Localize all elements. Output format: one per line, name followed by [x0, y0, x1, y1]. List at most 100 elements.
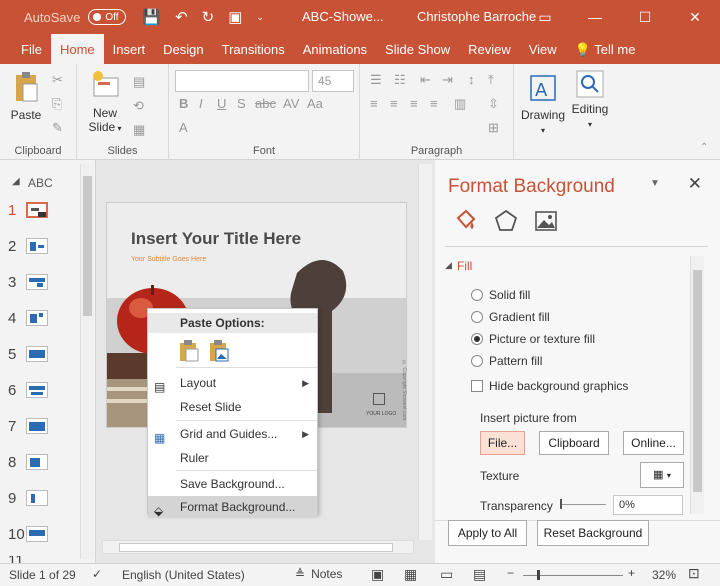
thumbnail-scrollbar[interactable] [80, 164, 94, 559]
smartart-icon[interactable]: ⊞ [488, 120, 499, 136]
bold-icon[interactable]: B [179, 96, 188, 111]
tab-slide-show[interactable]: Slide Show [376, 34, 459, 64]
zoom-slider[interactable] [523, 570, 623, 580]
decrease-indent-icon[interactable]: ⇤ [420, 72, 431, 88]
section-collapse-icon[interactable]: ◢ [12, 176, 20, 187]
menu-format-background[interactable]: ⬙ Format Background... [148, 496, 317, 518]
columns-icon[interactable]: ▥ [454, 96, 466, 112]
hscroll-thumb[interactable] [119, 543, 393, 552]
slide-hscrollbar[interactable] [102, 540, 414, 554]
effects-tab-icon[interactable] [493, 208, 519, 234]
pattern-fill-radio[interactable]: Pattern fill [471, 354, 542, 368]
zoom-out-icon[interactable]: − [507, 566, 514, 580]
thumb-slide-9[interactable]: 9 [8, 486, 64, 510]
save-icon[interactable]: 💾 [142, 8, 161, 26]
tab-animations[interactable]: Animations [294, 34, 376, 64]
texture-dropdown[interactable]: ▦ ▾ [640, 462, 684, 488]
align-text-icon[interactable]: ⇳ [488, 96, 499, 112]
notes-button[interactable]: ≜ Notes [295, 567, 342, 581]
pane-scroll-thumb[interactable] [693, 270, 702, 492]
line-spacing-icon[interactable]: ↕ [468, 72, 475, 87]
font-color-icon[interactable]: A [179, 120, 188, 135]
thumb-slide-3[interactable]: 3 [8, 270, 64, 294]
thumb-slide-6[interactable]: 6 [8, 378, 64, 402]
autosave-toggle[interactable]: Off [88, 9, 127, 25]
align-right-icon[interactable]: ≡ [410, 96, 418, 111]
slideshow-view-icon[interactable]: ▤ [473, 566, 486, 583]
ribbon-display-icon[interactable]: ▭ [520, 0, 570, 34]
paste-button[interactable]: Paste [6, 70, 46, 122]
file-button[interactable]: File... [480, 431, 525, 455]
fill-section-header[interactable]: Fill [457, 259, 472, 273]
align-left-icon[interactable]: ≡ [370, 96, 378, 111]
customize-qat-icon[interactable]: ⌄ [256, 8, 264, 26]
thumb-slide-8[interactable]: 8 [8, 450, 64, 474]
maximize-icon[interactable]: ☐ [620, 0, 670, 34]
fit-to-window-icon[interactable]: ⊡ [688, 565, 700, 582]
align-center-icon[interactable]: ≡ [390, 96, 398, 111]
change-case-icon[interactable]: Aa [307, 96, 323, 111]
bullets-icon[interactable]: ☰ [370, 72, 382, 88]
zoom-in-icon[interactable]: + [628, 566, 635, 580]
text-direction-icon[interactable]: ⤒ [488, 72, 494, 88]
thumb-slide-1[interactable]: 1 [8, 198, 64, 222]
tab-view[interactable]: View [520, 34, 566, 64]
numbering-icon[interactable]: ☷ [394, 72, 406, 88]
apply-to-all-button[interactable]: Apply to All [448, 520, 527, 546]
reset-background-button[interactable]: Reset Background [537, 520, 649, 546]
spelling-icon[interactable]: ✓ [92, 567, 102, 581]
underline-icon[interactable]: U [217, 96, 226, 111]
font-name-combo[interactable] [175, 70, 309, 92]
font-size-combo[interactable]: 45 [312, 70, 354, 92]
reset-icon[interactable]: ⟲ [133, 98, 144, 114]
language-indicator[interactable]: English (United States) [122, 568, 245, 582]
clipboard-button[interactable]: Clipboard [539, 431, 609, 455]
transparency-slider[interactable] [560, 499, 606, 509]
undo-icon[interactable]: ↶ [175, 8, 188, 26]
menu-reset-slide[interactable]: Reset Slide [148, 395, 317, 419]
paste-use-destination-icon[interactable] [178, 339, 200, 363]
menu-ruler[interactable]: Ruler [148, 446, 317, 470]
picture-tab-icon[interactable] [533, 208, 559, 234]
italic-icon[interactable]: I [199, 96, 203, 111]
menu-save-background[interactable]: Save Background... [148, 472, 317, 496]
menu-grid-and-guides[interactable]: ▦ Grid and Guides... ▶ [148, 422, 317, 446]
thumb-slide-7[interactable]: 7 [8, 414, 64, 438]
slide-subtitle[interactable]: Your Subtitle Goes Here [131, 256, 206, 263]
tab-transitions[interactable]: Transitions [213, 34, 294, 64]
online-button[interactable]: Online... [623, 431, 684, 455]
pane-options-icon[interactable]: ▼ [650, 178, 660, 189]
editing-button[interactable]: Editing ▾ [568, 70, 612, 132]
menu-layout[interactable]: ▤ Layout ▶ [148, 371, 317, 395]
slide-scrollbar[interactable] [418, 164, 432, 540]
shadow-icon[interactable]: S [237, 96, 246, 111]
tab-review[interactable]: Review [459, 34, 520, 64]
increase-indent-icon[interactable]: ⇥ [442, 72, 453, 88]
paste-picture-icon[interactable] [208, 339, 230, 363]
layout-icon[interactable]: ▤ [133, 74, 145, 90]
cut-icon[interactable]: ✂ [52, 72, 63, 88]
zoom-level[interactable]: 32% [652, 568, 676, 582]
thumb-slide-2[interactable]: 2 [8, 234, 64, 258]
section-icon[interactable]: ▦ [133, 122, 145, 138]
new-slide-button[interactable]: New Slide ▾ [85, 70, 125, 136]
tell-me[interactable]: 💡 Tell me [566, 34, 645, 64]
minimize-icon[interactable]: — [570, 0, 620, 34]
collapse-ribbon-icon[interactable]: ⌃ [700, 142, 708, 153]
thumbnail-scroll-thumb[interactable] [83, 176, 92, 316]
slide-sorter-icon[interactable]: ▦ [404, 566, 417, 583]
thumb-slide-5[interactable]: 5 [8, 342, 64, 366]
reading-view-icon[interactable]: ▭ [440, 566, 453, 583]
user-name[interactable]: Christophe Barroche [417, 9, 536, 24]
tab-file[interactable]: File [12, 34, 51, 64]
thumb-slide-4[interactable]: 4 [8, 306, 64, 330]
solid-fill-radio[interactable]: Solid fill [471, 288, 530, 302]
slide-title[interactable]: Insert Your Title Here [131, 229, 301, 249]
fill-collapse-icon[interactable]: ◢ [445, 260, 452, 271]
justify-icon[interactable]: ≡ [430, 96, 438, 111]
format-painter-icon[interactable]: ✎ [52, 120, 63, 136]
tab-insert[interactable]: Insert [104, 34, 155, 64]
close-window-icon[interactable]: ✕ [670, 0, 720, 34]
transparency-input[interactable]: 0% [613, 495, 683, 515]
hide-background-checkbox[interactable]: Hide background graphics [471, 379, 628, 393]
